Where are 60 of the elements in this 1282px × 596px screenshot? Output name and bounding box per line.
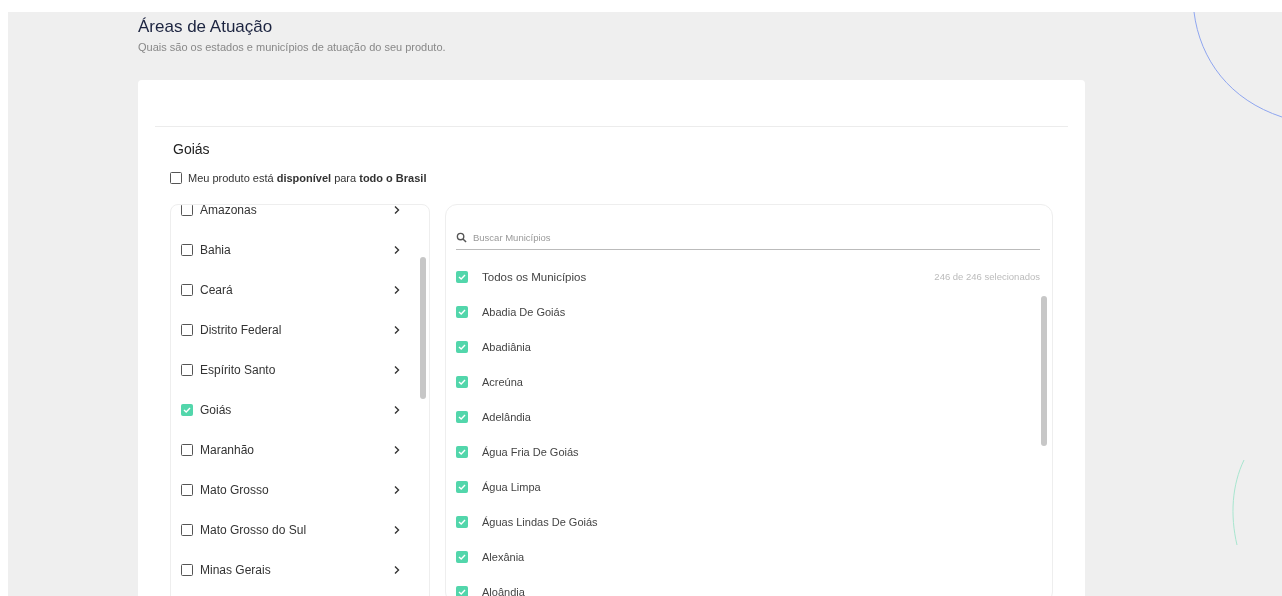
- checkbox-label: Alexânia: [482, 550, 526, 563]
- chevron-icon: [393, 325, 401, 335]
- checkbox-label: Meu produto está disponível para todo o Brasil: [188, 172, 427, 184]
- state-item[interactable]: Ceará: [181, 270, 401, 310]
- checkbox[interactable]: [456, 480, 468, 493]
- checkbox[interactable]: [456, 375, 468, 388]
- chevron-icon: [393, 525, 401, 535]
- state-item[interactable]: Distrito Federal: [181, 310, 401, 350]
- checkbox[interactable]: [456, 445, 468, 458]
- state-item[interactable]: Bahia: [181, 230, 401, 270]
- checkbox[interactable]: [456, 550, 468, 563]
- scrollbar[interactable]: [420, 257, 426, 399]
- chevron-icon: [393, 445, 401, 455]
- chevron-icon: [393, 485, 401, 495]
- checkbox[interactable]: [456, 270, 468, 283]
- checkbox[interactable]: [181, 364, 193, 376]
- state-item[interactable]: Espírito Santo: [181, 350, 401, 390]
- checkbox-label: Acreúna: [482, 375, 524, 388]
- checkbox-label: Todos os Municípios: [482, 270, 588, 283]
- section-title: Goiás: [173, 141, 211, 157]
- state-item[interactable]: Mato Grosso do Sul: [181, 510, 401, 550]
- selection-count: 246 de 246 selecionados: [934, 271, 1040, 282]
- search-icon: [456, 231, 467, 243]
- checkbox[interactable]: [181, 284, 193, 296]
- state-item[interactable]: Goiás: [181, 390, 401, 430]
- checkbox-label: Aloândia: [482, 585, 526, 596]
- page-subtitle: Quais são os estados e municípios de atuação do seu produto.: [138, 41, 447, 53]
- chevron-icon: [393, 285, 401, 295]
- checkbox-label: Abadia De Goiás: [482, 305, 567, 318]
- state-item[interactable]: Maranhão: [181, 430, 401, 470]
- checkbox[interactable]: [181, 404, 193, 416]
- checkbox[interactable]: [181, 484, 193, 496]
- checkbox-label: Água Fria De Goiás: [482, 445, 580, 458]
- search-field[interactable]: Buscar Municípios: [473, 231, 1040, 243]
- chevron-icon: [393, 405, 401, 415]
- checkbox-label: Água Limpa: [482, 480, 542, 493]
- checkbox[interactable]: [181, 244, 193, 256]
- state-item[interactable]: Mato Grosso: [181, 470, 401, 510]
- state-item[interactable]: Amazonas: [181, 205, 401, 230]
- state-item[interactable]: Minas Gerais: [181, 550, 401, 590]
- chevron-icon: [393, 205, 401, 215]
- checkbox[interactable]: [181, 564, 193, 576]
- chevron-icon: [393, 365, 401, 375]
- checkbox-label: Adelândia: [482, 410, 532, 423]
- checkbox[interactable]: [181, 205, 193, 216]
- checkbox[interactable]: [456, 585, 468, 596]
- checkbox-label: Águas Lindas De Goiás: [482, 515, 599, 528]
- checkbox-label: Abadiânia: [482, 340, 532, 353]
- scrollbar[interactable]: [1041, 296, 1047, 446]
- checkbox[interactable]: [456, 410, 468, 423]
- page-title: Áreas de Atuação: [138, 16, 274, 37]
- chevron-icon: [393, 245, 401, 255]
- chevron-icon: [393, 565, 401, 575]
- checkbox[interactable]: [181, 444, 193, 456]
- checkbox[interactable]: [456, 340, 468, 353]
- checkbox[interactable]: [170, 172, 182, 184]
- checkbox[interactable]: [181, 324, 193, 336]
- checkbox[interactable]: [456, 305, 468, 318]
- checkbox[interactable]: [456, 515, 468, 528]
- checkbox[interactable]: [181, 524, 193, 536]
